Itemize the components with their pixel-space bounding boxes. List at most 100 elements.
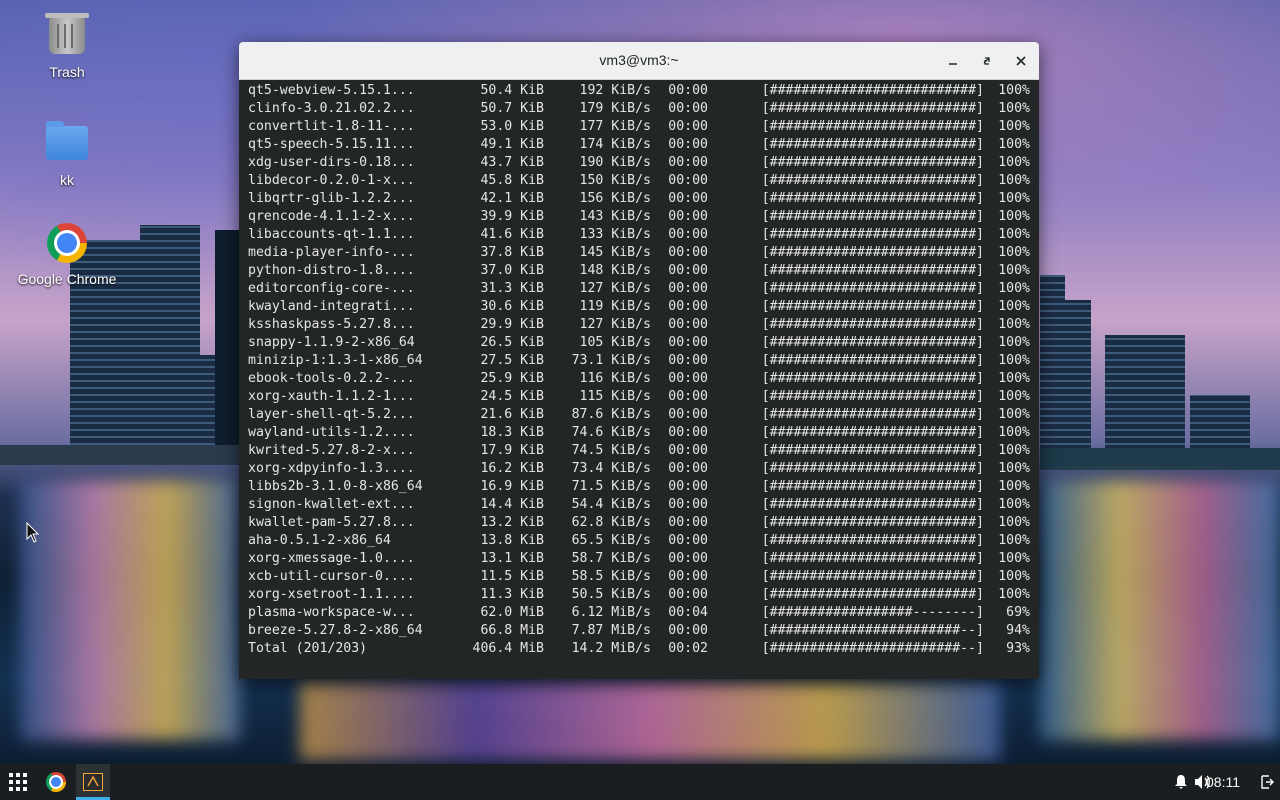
cell-time: 00:00 xyxy=(668,425,708,440)
terminal-line: qt5-speech-5.15.11... 49.1 KiB 174 KiB/s 00… xyxy=(248,136,1039,154)
cell-time: 00:00 xyxy=(668,227,708,242)
cell-percent: 100% xyxy=(998,137,1030,152)
terminal-line: kwrited-5.27.8-2-x... 17.9 KiB 74.5 KiB/s 0… xyxy=(248,442,1039,460)
cell-percent: 100% xyxy=(998,335,1030,350)
cell-rate: 7.87 MiB/s xyxy=(571,623,651,638)
cell-percent: 100% xyxy=(998,209,1030,224)
cell-progress-bar: [##########################] xyxy=(761,569,984,584)
cell-package: xcb-util-cursor-0.... xyxy=(248,569,415,584)
cell-time: 00:00 xyxy=(668,263,708,278)
cell-size: 24.5 KiB xyxy=(480,389,544,404)
cell-time: 00:00 xyxy=(668,587,708,602)
cell-size: 49.1 KiB xyxy=(480,137,544,152)
maximize-button[interactable] xyxy=(977,51,997,71)
app-launcher-icon xyxy=(9,773,27,791)
cell-time: 00:02 xyxy=(668,641,708,656)
cell-rate: 119 KiB/s xyxy=(579,299,651,314)
terminal-line: kwallet-pam-5.27.8... 13.2 KiB 62.8 KiB/s 0… xyxy=(248,514,1039,532)
cell-percent: 100% xyxy=(998,551,1030,566)
cell-time: 00:00 xyxy=(668,515,708,530)
terminal-line: clinfo-3.0.21.02.2... 50.7 KiB 179 KiB/s 00… xyxy=(248,100,1039,118)
desktop-icon-trash[interactable]: Trash xyxy=(12,13,122,80)
cell-size: 62.0 MiB xyxy=(480,605,544,620)
maximize-icon xyxy=(983,57,990,65)
minimize-button[interactable] xyxy=(943,51,963,71)
cell-time: 00:00 xyxy=(668,281,708,296)
cell-progress-bar: [##########################] xyxy=(761,245,984,260)
cell-rate: 156 KiB/s xyxy=(579,191,651,206)
close-button[interactable] xyxy=(1011,51,1031,71)
terminal-line: ebook-tools-0.2.2-... 25.9 KiB 116 KiB/s 00… xyxy=(248,370,1039,388)
desktop-icon-label: Trash xyxy=(49,64,85,80)
cell-package: layer-shell-qt-5.2... xyxy=(248,407,415,422)
cell-time: 00:00 xyxy=(668,389,708,404)
mouse-cursor-icon xyxy=(26,522,40,543)
cell-package: xorg-xmessage-1.0.... xyxy=(248,551,415,566)
task-chrome[interactable] xyxy=(40,764,72,800)
cell-time: 00:00 xyxy=(668,173,708,188)
cell-percent: 93% xyxy=(1006,641,1030,656)
terminal-window[interactable]: vm3@vm3:~ qt5-webview-5.15.1... 50.4 KiB 1… xyxy=(239,42,1039,679)
cell-rate: 54.4 KiB/s xyxy=(571,497,651,512)
cell-percent: 100% xyxy=(998,173,1030,188)
cell-percent: 100% xyxy=(998,101,1030,116)
desktop-icon-folder-kk[interactable]: kk xyxy=(12,121,122,188)
app-launcher-button[interactable] xyxy=(4,764,32,800)
cell-size: 13.2 KiB xyxy=(480,515,544,530)
cell-size: 13.8 KiB xyxy=(480,533,544,548)
cell-percent: 100% xyxy=(998,245,1030,260)
terminal-line: qrencode-4.1.1-2-x... 39.9 KiB 143 KiB/s 00… xyxy=(248,208,1039,226)
cell-time: 00:00 xyxy=(668,119,708,134)
terminal-output[interactable]: qt5-webview-5.15.1... 50.4 KiB 192 KiB/s 00… xyxy=(239,80,1039,658)
terminal-line: python-distro-1.8.... 37.0 KiB 148 KiB/s 00… xyxy=(248,262,1039,280)
cell-time: 00:00 xyxy=(668,479,708,494)
cell-package: xorg-xdpyinfo-1.3.... xyxy=(248,461,415,476)
cell-percent: 100% xyxy=(998,443,1030,458)
cell-size: 13.1 KiB xyxy=(480,551,544,566)
cell-package: kwallet-pam-5.27.8... xyxy=(248,515,415,530)
chrome-icon xyxy=(47,223,87,263)
window-titlebar[interactable]: vm3@vm3:~ xyxy=(239,42,1039,80)
desktop-icon-google-chrome[interactable]: Google Chrome xyxy=(12,223,122,287)
cell-size: 29.9 KiB xyxy=(480,317,544,332)
cell-package: qt5-speech-5.15.11... xyxy=(248,137,415,152)
cell-package: minizip-1:1.3-1-x86_64 xyxy=(248,353,423,368)
cell-progress-bar: [##########################] xyxy=(761,407,984,422)
wallpaper-shore xyxy=(0,445,240,465)
terminal-line: xdg-user-dirs-0.18... 43.7 KiB 190 KiB/s 00… xyxy=(248,154,1039,172)
cell-package: wayland-utils-1.2.... xyxy=(248,425,415,440)
cell-percent: 100% xyxy=(998,461,1030,476)
cell-time: 00:00 xyxy=(668,191,708,206)
cell-progress-bar: [########################--] xyxy=(761,641,984,656)
cell-package: python-distro-1.8.... xyxy=(248,263,415,278)
cell-percent: 100% xyxy=(998,263,1030,278)
cell-percent: 69% xyxy=(1006,605,1030,620)
cell-size: 26.5 KiB xyxy=(480,335,544,350)
cell-size: 31.3 KiB xyxy=(480,281,544,296)
terminal-line: qt5-webview-5.15.1... 50.4 KiB 192 KiB/s 00… xyxy=(248,82,1039,100)
cell-rate: 148 KiB/s xyxy=(579,263,651,278)
terminal-line: editorconfig-core-... 31.3 KiB 127 KiB/s 00… xyxy=(248,280,1039,298)
terminal-line: libqrtr-glib-1.2.2... 42.1 KiB 156 KiB/s 00… xyxy=(248,190,1039,208)
cell-progress-bar: [##########################] xyxy=(761,497,984,512)
cell-percent: 100% xyxy=(998,425,1030,440)
terminal-line: signon-kwallet-ext... 14.4 KiB 54.4 KiB/s 0… xyxy=(248,496,1039,514)
cell-rate: 179 KiB/s xyxy=(579,101,651,116)
notifications-button[interactable] xyxy=(1170,764,1192,800)
cell-progress-bar: [##########################] xyxy=(761,263,984,278)
cell-progress-bar: [##########################] xyxy=(761,101,984,116)
cell-progress-bar: [##########################] xyxy=(761,425,984,440)
cell-time: 00:00 xyxy=(668,551,708,566)
cell-rate: 133 KiB/s xyxy=(579,227,651,242)
show-desktop-button[interactable] xyxy=(1258,764,1276,800)
cell-package: signon-kwallet-ext... xyxy=(248,497,415,512)
cell-time: 00:00 xyxy=(668,317,708,332)
panel-clock[interactable]: 08:11 xyxy=(1206,764,1240,800)
cell-progress-bar: [##########################] xyxy=(761,281,984,296)
cell-rate: 177 KiB/s xyxy=(579,119,651,134)
task-terminal[interactable] xyxy=(76,764,110,800)
cell-percent: 100% xyxy=(998,407,1030,422)
cell-rate: 145 KiB/s xyxy=(579,245,651,260)
cell-progress-bar: [##########################] xyxy=(761,209,984,224)
cell-size: 30.6 KiB xyxy=(480,299,544,314)
